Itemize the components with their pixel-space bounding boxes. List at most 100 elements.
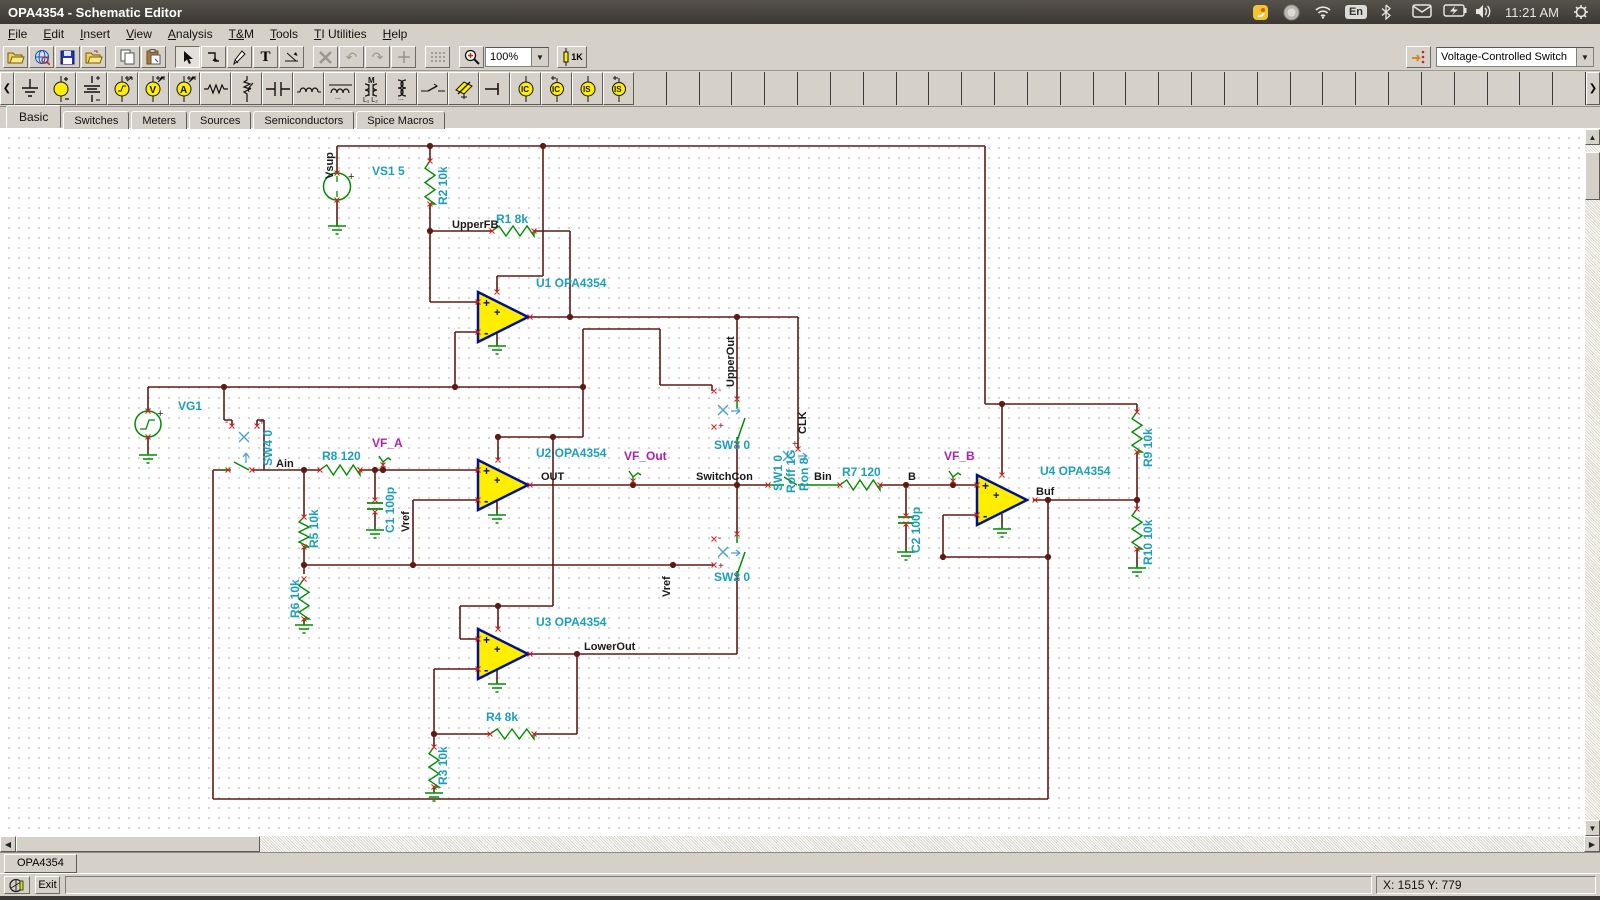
vertical-scrollbar[interactable] [1585, 129, 1600, 836]
speaker-icon[interactable] [1474, 4, 1491, 21]
component-ideal-transformer[interactable]: ... [386, 72, 417, 105]
component-jump-button[interactable] [1406, 46, 1431, 68]
opamp-U2[interactable]: ++- [478, 460, 528, 510]
scroll-left-button[interactable]: ❮ [0, 72, 14, 105]
component-label-R3-10k[interactable]: R3 10k [436, 746, 450, 785]
chevron-down-icon[interactable]: ▼ [531, 48, 548, 66]
net-label-Vsup[interactable]: Vsup [324, 152, 336, 179]
ground-symbol[interactable] [366, 526, 384, 538]
pen-tool-button[interactable] [227, 46, 252, 68]
ground-symbol[interactable] [488, 680, 506, 692]
component-label-R2-10k[interactable]: R2 10k [436, 166, 450, 205]
menu-item-edit[interactable]: Edit [35, 25, 72, 43]
open-web-button[interactable] [29, 46, 54, 68]
net-label-OUT[interactable]: OUT [541, 471, 565, 483]
ground-symbol[interactable] [139, 451, 157, 463]
zoom-tool-button[interactable] [459, 46, 484, 68]
net-label-Buf[interactable]: Buf [1036, 486, 1055, 498]
menu-item-view[interactable]: View [118, 25, 160, 43]
component-label-SW2-0[interactable]: SW2 0 [714, 570, 750, 584]
volume-sphere-icon[interactable] [1283, 4, 1300, 21]
component-label-Roff-1G[interactable]: Roff 1G [784, 450, 798, 493]
net-label-UpperOut[interactable]: UpperOut [725, 336, 737, 387]
component-resistor[interactable] [200, 72, 231, 105]
tab-spice-macros[interactable]: Spice Macros [356, 111, 445, 129]
scroll-down-arrow[interactable]: ▼ [1585, 820, 1600, 836]
component-transformer[interactable]: ML₁ L₂ [355, 72, 386, 105]
resistor-R4[interactable] [490, 729, 534, 739]
component-label-R8-120[interactable]: R8 120 [322, 449, 361, 463]
title-bar[interactable]: OPA4354 - Schematic Editor En 11:21 AM [0, 0, 1600, 24]
component-switch[interactable] [417, 72, 448, 105]
probe-label-VF_Out[interactable]: VF_Out [624, 449, 667, 463]
capacitor-C1[interactable] [367, 503, 383, 509]
horizontal-scroll-thumb[interactable] [16, 836, 260, 852]
resistor-R2[interactable] [425, 161, 435, 204]
probe-label-VF_B[interactable]: VF_B [944, 449, 975, 463]
component-voltmeter[interactable]: V [138, 72, 169, 105]
copy-button[interactable] [115, 46, 140, 68]
component-label-R1-8k[interactable]: R1 8k [496, 212, 528, 226]
component-is-1[interactable]: IS [572, 72, 603, 105]
opamp-U1[interactable]: ++- [478, 292, 528, 342]
net-label-Vref[interactable]: Vref [400, 511, 412, 532]
wifi-icon[interactable] [1314, 4, 1331, 21]
component-label-R4-8k[interactable]: R4 8k [486, 710, 518, 724]
component-label-C1-100p[interactable]: C1 100p [383, 487, 397, 533]
component-label-U1-OPA4354[interactable]: U1 OPA4354 [536, 276, 607, 290]
component-ic-2[interactable]: IC [541, 72, 572, 105]
resistor-R8[interactable] [320, 465, 360, 475]
open-macro-button[interactable] [81, 46, 106, 68]
component-terminator[interactable] [479, 72, 510, 105]
component-label-SW3-0[interactable]: SW3 0 [714, 438, 750, 452]
ground-symbol[interactable] [993, 525, 1011, 537]
app-yellow-icon[interactable] [1252, 4, 1269, 21]
tab-semiconductors[interactable]: Semiconductors [253, 111, 354, 129]
exit-button[interactable]: Exit [35, 876, 60, 894]
component-label-VG1[interactable]: VG1 [178, 399, 202, 413]
component-ic-1[interactable]: IC [510, 72, 541, 105]
text-tool-button[interactable]: T [253, 46, 278, 68]
component-coupled-inductors[interactable]: ... [324, 72, 355, 105]
net-label-B[interactable]: B [908, 471, 916, 483]
menu-item-insert[interactable]: Insert [72, 25, 118, 43]
schematic-drawing[interactable]: ++++-++-++-++--+-+-++VS1 5R2 10kR1 8kU1 … [0, 129, 1585, 836]
component-ammeter[interactable]: A [169, 72, 200, 105]
session-gear-icon[interactable] [1573, 4, 1590, 21]
sheet-tab[interactable]: OPA4354 [4, 854, 77, 873]
tab-basic[interactable]: Basic [6, 105, 61, 128]
component-signal-generator[interactable] [107, 72, 138, 105]
component-label-U2-OPA4354[interactable]: U2 OPA4354 [536, 446, 607, 460]
save-button[interactable] [55, 46, 80, 68]
bluetooth-icon[interactable] [1381, 4, 1398, 21]
clock-text[interactable]: 11:21 AM [1505, 5, 1559, 20]
scroll-right-button[interactable]: ❯ [1586, 72, 1600, 105]
component-potentiometer[interactable] [231, 72, 262, 105]
redo-button[interactable]: ↷ [365, 46, 390, 68]
component-label-U3-OPA4354[interactable]: U3 OPA4354 [536, 615, 607, 629]
chevron-down-icon[interactable]: ▼ [1576, 48, 1593, 66]
component-filter-combo[interactable]: Voltage-Controlled Switch ▼ [1436, 47, 1594, 67]
menu-item-file[interactable]: File [0, 25, 35, 43]
component-label-Ron-8[interactable]: Ron 8 [797, 457, 811, 491]
component-is-2[interactable]: IS [603, 72, 634, 105]
app-logo-button[interactable] [4, 876, 30, 894]
grid-toggle-button[interactable] [425, 46, 450, 68]
menu-item-t-m[interactable]: T&M [221, 25, 262, 43]
ground-symbol[interactable] [488, 511, 506, 523]
origin-cross-button[interactable] [391, 46, 416, 68]
battery-icon[interactable] [1443, 4, 1460, 21]
component-label-R7-120[interactable]: R7 120 [842, 465, 881, 479]
switch-contacts[interactable] [222, 399, 840, 577]
component-label-R9-10k[interactable]: R9 10k [1141, 428, 1155, 467]
wire-tool-button[interactable] [201, 46, 226, 68]
component-label-R10-10k[interactable]: R10 10k [1141, 519, 1155, 565]
wires[interactable] [148, 146, 1137, 799]
paste-button[interactable] [141, 46, 166, 68]
scroll-left-arrow[interactable]: ◀ [0, 836, 16, 852]
tab-switches[interactable]: Switches [63, 111, 129, 129]
net-label-SwitchCon[interactable]: SwitchCon [696, 471, 753, 483]
net-label-CLK[interactable]: CLK [797, 411, 809, 434]
menu-item-analysis[interactable]: Analysis [160, 25, 221, 43]
mail-icon[interactable] [1412, 4, 1429, 21]
